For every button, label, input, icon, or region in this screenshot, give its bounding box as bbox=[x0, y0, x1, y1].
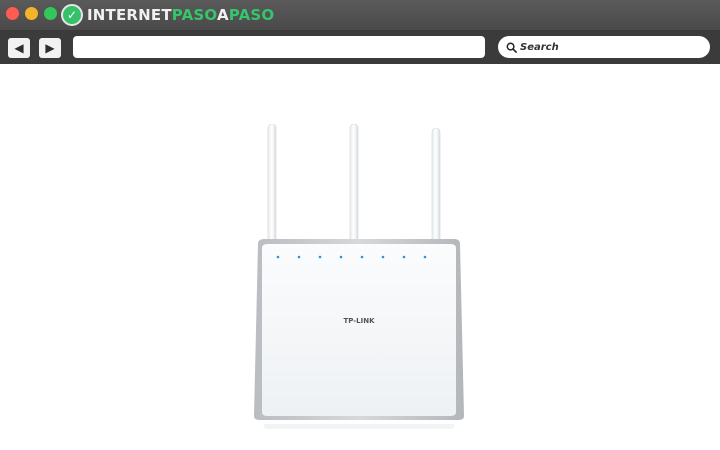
title-bar: ✓ INTERNETPASOAPASO bbox=[0, 0, 720, 30]
site-logo: ✓ INTERNETPASOAPASO bbox=[61, 4, 274, 26]
logo-text-paso-2: PASO bbox=[228, 6, 275, 24]
search-placeholder: Search bbox=[520, 41, 559, 53]
router-front bbox=[262, 244, 456, 416]
router-reflection bbox=[263, 424, 455, 429]
router-brand-label: TP-LINK bbox=[343, 317, 375, 325]
search-icon bbox=[506, 42, 517, 53]
close-window-button[interactable] bbox=[6, 7, 19, 20]
browser-window: ✓ INTERNETPASOAPASO ◀ ▶ Search TP-LINK bbox=[0, 0, 720, 450]
forward-arrow-icon: ▶ bbox=[45, 41, 55, 55]
antenna-left bbox=[267, 124, 277, 251]
logo-text-internet: INTERNET bbox=[87, 6, 172, 24]
antenna-center bbox=[349, 124, 359, 251]
forward-button[interactable]: ▶ bbox=[39, 38, 61, 58]
address-bar[interactable] bbox=[73, 36, 485, 58]
logo-check-icon: ✓ bbox=[61, 4, 83, 26]
browser-toolbar: ◀ ▶ Search bbox=[0, 30, 720, 64]
back-arrow-icon: ◀ bbox=[14, 41, 24, 55]
search-box[interactable]: Search bbox=[498, 36, 710, 58]
minimize-window-button[interactable] bbox=[25, 7, 38, 20]
logo-text-paso-1: PASO bbox=[171, 6, 217, 24]
back-button[interactable]: ◀ bbox=[8, 38, 30, 58]
logo-text-a: A bbox=[216, 6, 229, 24]
antenna-right bbox=[431, 127, 441, 251]
logo-text: INTERNETPASOAPASO bbox=[87, 6, 274, 24]
page-content: TP-LINK bbox=[0, 64, 720, 450]
maximize-window-button[interactable] bbox=[44, 7, 57, 20]
router-image: TP-LINK bbox=[254, 124, 464, 429]
